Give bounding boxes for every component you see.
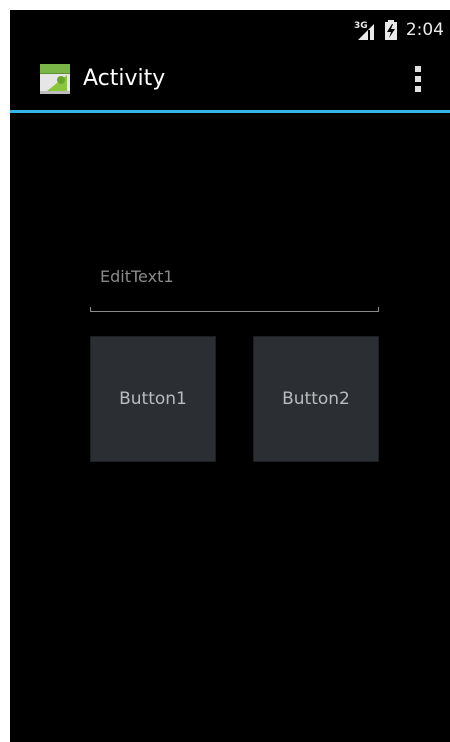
button-2-label: Button2 xyxy=(282,389,350,409)
edit-text-tick-left xyxy=(90,307,91,312)
edit-text-tick-right xyxy=(378,307,379,312)
battery-charging-icon xyxy=(384,20,398,40)
signal-3g-icon: 3G xyxy=(354,20,376,40)
android-app-icon[interactable] xyxy=(39,63,71,95)
action-bar-divider xyxy=(10,110,450,113)
button-1[interactable]: Button1 xyxy=(90,336,216,462)
overflow-menu-icon xyxy=(415,66,421,92)
edit-text-underline xyxy=(90,311,379,312)
status-time: 2:04 xyxy=(405,20,444,40)
status-bar: 3G 2:04 xyxy=(10,10,450,48)
button-2[interactable]: Button2 xyxy=(253,336,379,462)
edit-text-hint: EditText1 xyxy=(100,267,174,286)
status-icons: 3G 2:04 xyxy=(354,19,444,41)
network-type-label: 3G xyxy=(354,21,368,31)
action-bar: Activity xyxy=(10,48,450,110)
edit-text-1[interactable]: EditText1 xyxy=(90,260,379,312)
button-1-label: Button1 xyxy=(119,389,187,409)
device-screen: 3G 2:04 Activity EditText1 Button1 Butto… xyxy=(10,10,450,742)
action-bar-title: Activity xyxy=(83,66,166,91)
overflow-menu-button[interactable] xyxy=(402,62,434,96)
